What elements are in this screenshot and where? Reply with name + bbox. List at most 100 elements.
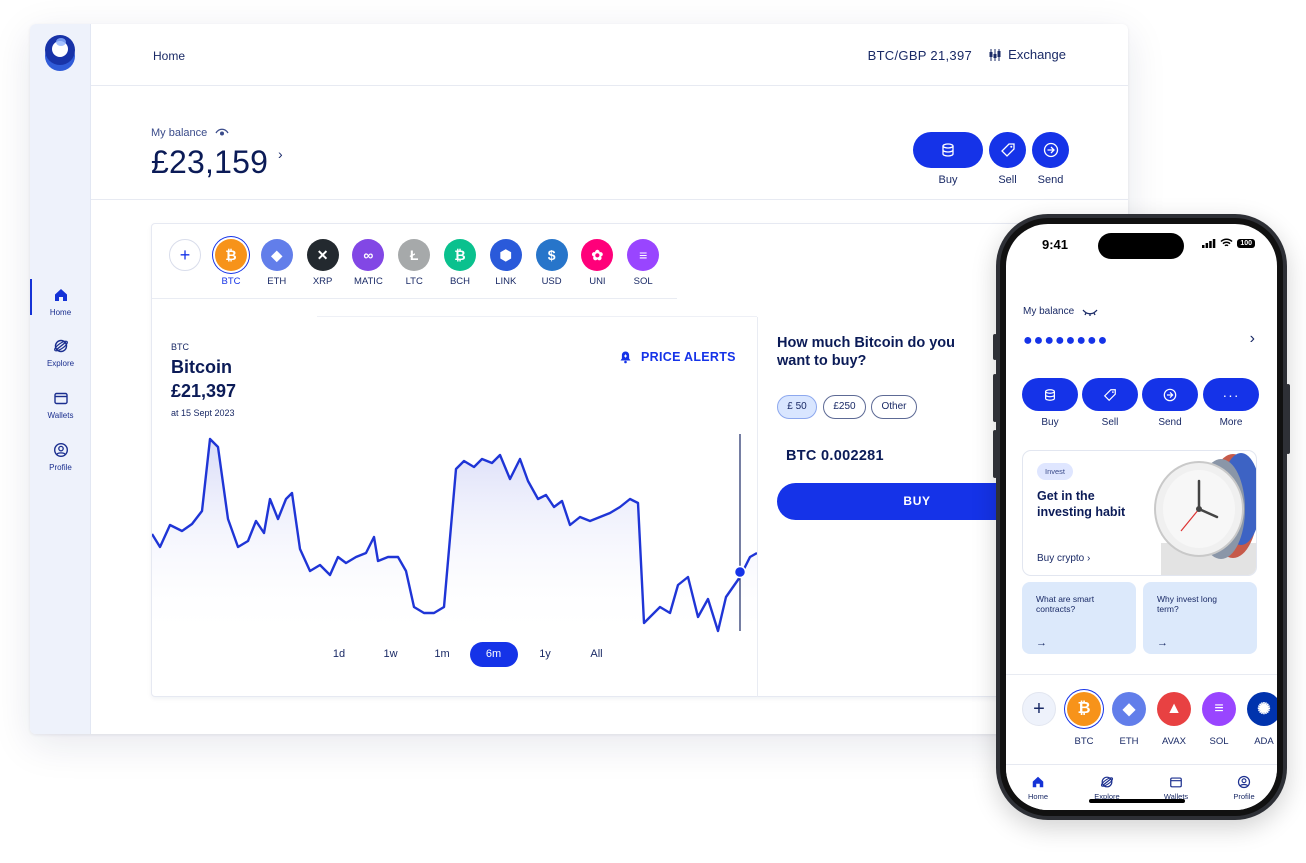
mini-card-text: Why invest long term? [1157,594,1217,614]
home-icon [54,289,67,301]
phone-sell-button[interactable] [1082,378,1138,411]
exchange-button[interactable]: Exchange [988,47,1066,62]
phone-side-button [1286,384,1290,454]
buy-crypto-link[interactable]: Buy crypto › [1037,553,1090,564]
phone-balance-label-row: My balance [1023,306,1098,317]
phone-balance-chevron-icon[interactable]: › [1250,330,1255,348]
tab-explore[interactable]: Explore [1082,775,1132,801]
coin-label: USD [541,276,562,287]
coin-xrp-icon: ✕ [316,246,329,263]
sidebar-item-profile[interactable]: Profile [30,442,91,472]
price-alerts-button[interactable]: PRICE ALERTS [619,350,736,364]
price-chart[interactable] [152,429,757,639]
eye-closed-icon[interactable] [1082,308,1098,316]
tab-label: Home [1027,792,1048,801]
coin-usd-button[interactable]: $ [535,239,568,271]
coin-label: BTC [221,276,241,287]
tab-home[interactable]: Home [1013,775,1063,801]
arrow-right-icon: → [1036,637,1047,649]
timeframe-6m-button[interactable]: 6m [469,642,518,667]
price-date: at 15 Sept 2023 [171,408,235,418]
add-coin-button[interactable]: + [169,239,201,271]
price-alerts-label: PRICE ALERTS [641,350,736,364]
phone-coin-ada-button[interactable]: ✺ [1247,692,1277,726]
sell-button[interactable] [989,132,1026,168]
sidebar-item-label: Explore [46,359,75,368]
wallet-icon [1170,777,1182,788]
phone-more-button[interactable]: ··· [1203,378,1259,411]
timeframe-1d-button[interactable]: 1d [315,642,363,667]
amount-option-button[interactable]: £ 50 [777,395,817,419]
amount-option-button[interactable]: £250 [823,395,866,419]
timeframe-1y-button[interactable]: 1y [521,642,569,667]
balance-label-row: My balance [151,127,229,139]
phone-action-label: Sell [1101,417,1119,428]
coin-uni-button[interactable]: ✿ [581,239,614,271]
sidebar-item-explore[interactable]: Explore [30,338,91,368]
phone-coin-avax-button[interactable]: ▲ [1157,692,1191,726]
divider [91,199,1128,200]
phone-screen: 9:41 100 My balance ●●●●●●●● › ··· Buy S… [1006,224,1277,810]
coin-link-button[interactable]: ⬢ [489,239,522,271]
coin-ltc-button[interactable]: Ł [398,239,431,271]
coins-icon [942,143,954,157]
coin-matic-button[interactable]: ∞ [352,239,385,271]
coin-label: BCH [449,276,471,287]
coin-bch-button[interactable]: ₿ [444,239,476,271]
coin-label: LINK [495,276,517,287]
coin-btc-button[interactable]: ₿ [215,239,247,271]
amount-option-button[interactable]: Other [871,395,917,419]
coin-ticker: BTC [171,342,189,352]
chart-cursor-point[interactable] [733,565,747,579]
phone-buy-button[interactable] [1022,378,1078,411]
market-card: + ₿ BTC ◆ ETH ✕ XRP ∞ MATIC Ł LTC ₿ BCH ⬢ LINK $ USD ✿ UN… [151,223,1128,697]
coin-eth-icon: ◆ [1122,701,1136,718]
smart-contracts-card[interactable]: What are smart contracts? → [1022,582,1136,654]
coin-link-icon: ⬢ [499,246,512,263]
coin-btc-icon: ₿ [1077,700,1091,717]
invest-long-term-card[interactable]: Why invest long term? → [1143,582,1257,654]
signal-icon [1202,238,1216,248]
sidebar-item-label: Home [49,308,72,317]
coin-label: UNI [589,276,606,287]
desktop-sidebar: Home Explore Wallets Profile [30,24,91,734]
phone-coin-eth-button[interactable]: ◆ [1112,692,1146,726]
tab-profile[interactable]: Profile [1219,775,1269,801]
wallet-icon [53,392,68,405]
sell-label: Sell [998,174,1017,186]
timeframe-all-button[interactable]: All [573,642,621,667]
divider [757,317,758,697]
phone-send-button[interactable] [1142,378,1198,411]
desktop-topbar: Home BTC/GBP 21,397 Exchange [91,24,1128,86]
desktop-app-window: Home Explore Wallets Profile Home BTC/GB… [30,24,1128,734]
send-label: Send [1037,174,1064,186]
buy-button[interactable] [913,132,983,168]
app-logo[interactable] [45,35,75,73]
coin-eth-button[interactable]: ◆ [260,239,293,271]
arrow-right-icon: → [1157,637,1168,649]
phone-coin-sol-button[interactable]: ≡ [1202,692,1236,726]
sidebar-item-label: Profile [49,463,72,472]
tab-wallets[interactable]: Wallets [1151,775,1201,801]
price-ticker: BTC/GBP 21,397 [867,48,972,63]
phone-coin-btc-button[interactable]: ₿ [1067,692,1101,726]
balance-chevron-icon[interactable]: › [278,146,283,162]
send-button[interactable] [1032,132,1069,168]
coin-sol-button[interactable]: ≡ [627,239,660,271]
sidebar-item-wallets[interactable]: Wallets [30,390,91,420]
sidebar-item-home[interactable]: Home [30,279,91,317]
clock-illustration [1154,453,1256,575]
phone-add-coin-button[interactable]: + [1022,692,1056,726]
explore-icon [1100,776,1114,788]
breadcrumb[interactable]: Home [153,49,185,63]
coin-ltc-icon: Ł [409,247,419,263]
timeframe-1m-button[interactable]: 1m [418,642,466,667]
coin-xrp-button[interactable]: ✕ [306,239,339,271]
eye-icon[interactable] [215,128,229,138]
invest-card[interactable]: Invest Get in the investing habit Buy cr… [1022,450,1257,576]
phone-side-button [993,374,997,422]
divider [1006,674,1277,675]
timeframe-1w-button[interactable]: 1w [367,642,415,667]
coin-price: £21,397 [171,381,237,401]
exchange-label: Exchange [1008,47,1066,62]
